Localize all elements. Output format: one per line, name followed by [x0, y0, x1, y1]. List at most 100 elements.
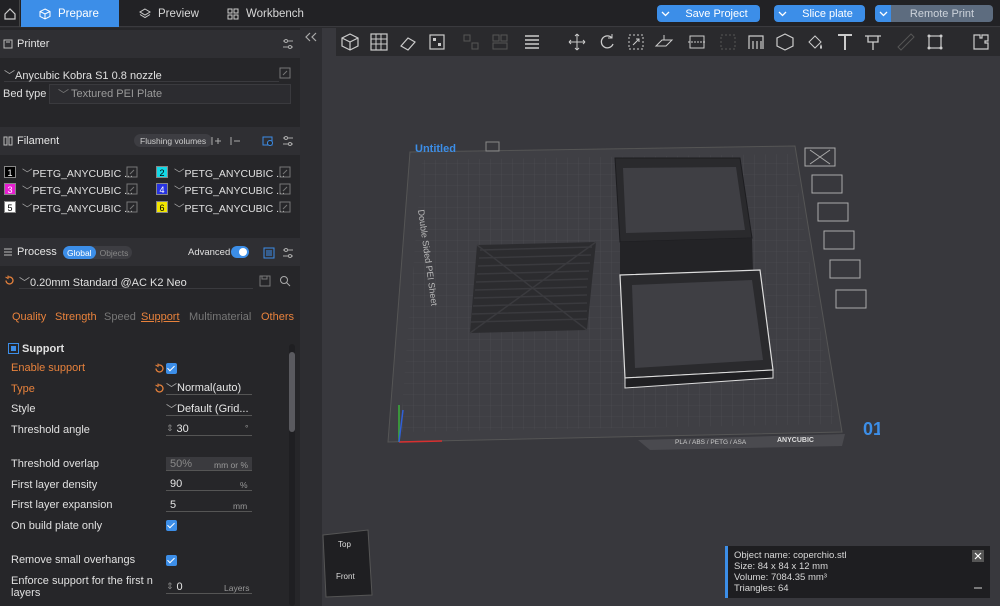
filament-slot-6-name[interactable]: ﹀PETG_ANYCUBIC ... — [174, 201, 285, 216]
view-cube-top[interactable]: Top — [338, 540, 351, 549]
remove-filament-icon[interactable] — [229, 135, 241, 147]
filament-slot-2-name[interactable]: ﹀PETG_ANYCUBIC ... — [174, 166, 285, 181]
advanced-toggle[interactable] — [231, 246, 249, 258]
edit-icon[interactable] — [126, 183, 138, 195]
filament-slot-4-name[interactable]: ﹀PETG_ANYCUBIC ... — [174, 183, 285, 198]
edit-plate-name-icon[interactable] — [485, 141, 500, 152]
slice-plate-button[interactable]: Slice plate — [774, 5, 865, 22]
save-icon[interactable] — [259, 275, 271, 287]
chevron-down-icon[interactable] — [774, 5, 790, 22]
edit-icon[interactable] — [126, 201, 138, 213]
emboss-icon[interactable] — [863, 32, 883, 52]
seam-paint-icon[interactable] — [775, 32, 795, 52]
lay-on-face-icon[interactable] — [654, 32, 674, 52]
close-icon[interactable] — [972, 550, 984, 562]
filament-slot-5-chip[interactable]: 5 — [4, 201, 16, 213]
collapse-arrows-icon[interactable] — [304, 30, 318, 44]
save-project-button[interactable]: Save Project — [657, 5, 760, 22]
subtab-speed[interactable]: Speed — [104, 311, 136, 323]
filament-slot-4-chip[interactable]: 4 — [156, 183, 168, 195]
subtab-quality[interactable]: Quality — [12, 311, 46, 323]
settings-scrollbar[interactable] — [289, 344, 295, 606]
sync-icon[interactable] — [262, 135, 274, 147]
mesh-boolean-icon[interactable] — [718, 32, 738, 52]
on-build-plate-only-checkbox[interactable] — [166, 520, 177, 531]
toggle-global[interactable]: Global — [63, 246, 96, 259]
filament-slot-5-name[interactable]: ﹀PETG_ANYCUBIC ... — [22, 201, 133, 216]
plugin-icon[interactable] — [971, 32, 991, 52]
subtab-multimaterial[interactable]: Multimaterial — [189, 311, 251, 323]
bed-type-select[interactable]: ﹀ Textured PEI Plate — [49, 84, 291, 104]
add-object-icon[interactable] — [340, 32, 360, 52]
filament-slot-1-name[interactable]: ﹀PETG_ANYCUBIC ... — [22, 166, 133, 181]
minimize-icon[interactable] — [972, 584, 984, 592]
scrollbar-thumb[interactable] — [289, 352, 295, 432]
edit-icon[interactable] — [279, 183, 291, 195]
arrange-icon[interactable] — [427, 32, 447, 52]
subtab-others[interactable]: Others — [261, 311, 294, 323]
subtab-strength[interactable]: Strength — [55, 311, 97, 323]
remote-print-button[interactable]: Remote Print — [875, 5, 993, 22]
printer-select[interactable]: ﹀Anycubic Kobra S1 0.8 nozzle — [4, 67, 279, 82]
reset-icon[interactable] — [154, 363, 165, 374]
text-icon[interactable] — [835, 32, 855, 52]
plate-grid-icon[interactable] — [369, 32, 389, 52]
edit-icon[interactable] — [279, 67, 291, 79]
chevron-down-icon[interactable] — [657, 5, 673, 22]
support-paint-icon[interactable] — [746, 32, 766, 52]
filament-slot-6-chip[interactable]: 6 — [156, 201, 168, 213]
toggle-objects[interactable]: Objects — [96, 248, 133, 258]
tab-workbench[interactable]: Workbench — [215, 0, 315, 27]
filament-slot-2-chip[interactable]: 2 — [156, 166, 168, 178]
home-button[interactable] — [0, 0, 20, 27]
plate-title[interactable]: Untitled — [415, 143, 456, 155]
orient-icon[interactable] — [398, 32, 418, 52]
edit-icon[interactable] — [126, 166, 138, 178]
view-cube[interactable]: Top Front — [318, 525, 378, 600]
flushing-volumes-button[interactable]: Flushing volumes — [134, 134, 213, 147]
reset-icon[interactable] — [4, 275, 15, 286]
plate-settings-icon[interactable] — [829, 259, 861, 279]
filament-slot-1-chip[interactable]: 1 — [4, 166, 16, 178]
chevron-down-icon[interactable] — [875, 5, 891, 22]
filament-slot-3-chip[interactable]: 3 — [4, 183, 16, 195]
split-objects-icon[interactable] — [461, 32, 481, 52]
threshold-angle-input[interactable]: ⇕ 30 — [166, 422, 252, 436]
tab-preview[interactable]: Preview — [125, 0, 215, 27]
box-object-2[interactable] — [619, 269, 774, 389]
settings-sliders-icon[interactable] — [282, 247, 294, 259]
enable-support-checkbox[interactable] — [166, 363, 177, 374]
grid-object[interactable] — [469, 241, 597, 334]
add-filament-icon[interactable] — [210, 135, 222, 147]
settings-sliders-icon[interactable] — [282, 135, 294, 147]
scale-icon[interactable] — [626, 32, 646, 52]
remove-small-overhangs-checkbox[interactable] — [166, 555, 177, 566]
edit-icon[interactable] — [279, 166, 291, 178]
assembly-icon[interactable] — [925, 32, 945, 52]
measure-icon[interactable] — [896, 32, 916, 52]
list-icon[interactable] — [263, 247, 275, 259]
build-plate-scene[interactable]: PLA / ABS / PETG / ASA ANYCUBIC Double S… — [380, 130, 880, 460]
subtab-support[interactable]: Support — [141, 311, 180, 323]
move-plate-icon[interactable] — [835, 289, 867, 309]
rotate-icon[interactable] — [597, 32, 617, 52]
arrange-plate-icon[interactable] — [811, 174, 843, 194]
filament-slot-3-name[interactable]: ﹀PETG_ANYCUBIC ... — [22, 183, 133, 198]
box-object-1[interactable] — [614, 157, 753, 275]
process-section-header[interactable]: Process — [0, 238, 300, 266]
color-paint-icon[interactable] — [805, 32, 825, 52]
move-icon[interactable] — [567, 32, 587, 52]
split-parts-icon[interactable] — [490, 32, 510, 52]
style-select[interactable]: ﹀ Default (Grid... — [166, 402, 252, 416]
lock-plate-icon[interactable] — [823, 230, 855, 250]
tab-prepare[interactable]: Prepare — [21, 0, 119, 27]
layers-editing-icon[interactable] — [522, 32, 542, 52]
type-select[interactable]: ﹀ Normal(auto) — [166, 381, 252, 395]
reset-icon[interactable] — [154, 383, 165, 394]
orient-plate-icon[interactable] — [817, 202, 849, 222]
global-objects-toggle[interactable]: Global Objects — [63, 246, 133, 259]
cut-icon[interactable] — [687, 32, 707, 52]
view-cube-front[interactable]: Front — [336, 572, 355, 581]
settings-sliders-icon[interactable] — [282, 38, 294, 50]
process-profile-select[interactable]: ﹀0.20mm Standard @AC K2 Neo — [19, 274, 253, 289]
